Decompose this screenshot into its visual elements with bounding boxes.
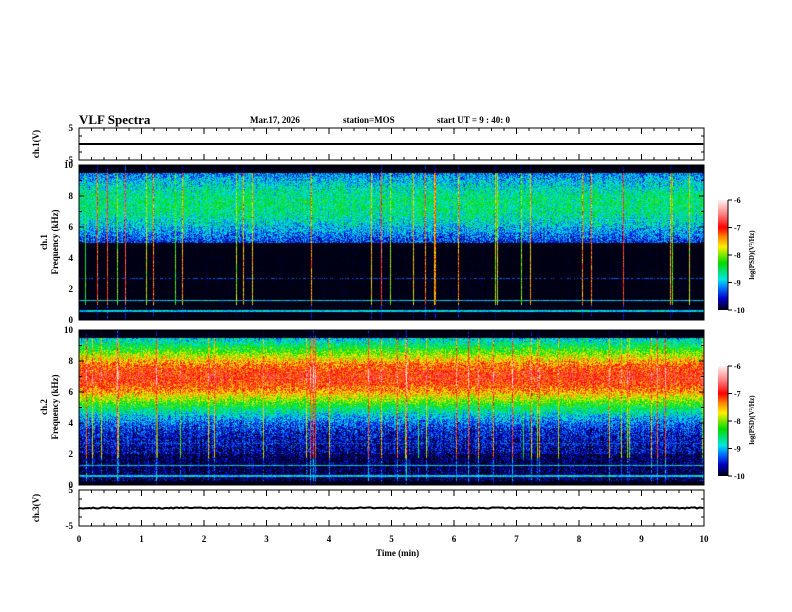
colorbar-tick-label: -6 bbox=[734, 196, 741, 205]
y-tick-label: 0 bbox=[69, 315, 74, 325]
ch1-colorbar-label: log(PSD)(V²/Hz) bbox=[748, 230, 756, 279]
ch2-colorbar-label: log(PSD)(V²/Hz) bbox=[748, 395, 756, 444]
colorbar-tick-label: -10 bbox=[734, 306, 745, 315]
ch2-freq-ylabel: ch.2 Frequency (kHz) bbox=[39, 374, 61, 439]
x-tick-label: 5 bbox=[389, 534, 394, 544]
y-tick-label: 4 bbox=[69, 253, 74, 263]
x-tick-label: 9 bbox=[639, 534, 644, 544]
colorbar-tick-label: -8 bbox=[734, 251, 741, 260]
x-axis-label: Time (min) bbox=[376, 548, 419, 558]
x-tick-label: 10 bbox=[700, 534, 710, 544]
ch3-waveform-trace bbox=[79, 507, 703, 508]
ch2-spectrogram-frame bbox=[79, 330, 704, 485]
colorbar-tick-label: -8 bbox=[734, 417, 741, 426]
y-tick-label: -5 bbox=[66, 521, 74, 531]
colorbar-tick-label: -9 bbox=[734, 279, 741, 288]
x-tick-label: 7 bbox=[514, 534, 519, 544]
y-tick-label: 5 bbox=[69, 123, 74, 133]
x-tick-label: 6 bbox=[452, 534, 457, 544]
x-tick-label: 1 bbox=[139, 534, 144, 544]
colorbar-tick-label: -7 bbox=[734, 390, 741, 399]
y-tick-label: 2 bbox=[69, 284, 74, 294]
y-tick-label: 6 bbox=[69, 222, 74, 232]
ch1-spectrogram-frame bbox=[79, 165, 704, 320]
x-tick-label: 0 bbox=[77, 534, 82, 544]
ch1-freq-ylabel: ch.1 Frequency (kHz) bbox=[39, 209, 61, 274]
ch3-ylabel: ch.3(V) bbox=[31, 494, 41, 522]
y-tick-label: 8 bbox=[69, 356, 74, 366]
colorbar-tick-label: -10 bbox=[734, 472, 745, 481]
y-tick-label: 8 bbox=[69, 191, 74, 201]
y-tick-label: 4 bbox=[69, 418, 74, 428]
y-tick-label: 6 bbox=[69, 387, 74, 397]
y-tick-label: 2 bbox=[69, 449, 74, 459]
colorbar-tick-label: -6 bbox=[734, 362, 741, 371]
y-tick-label: 10 bbox=[64, 325, 74, 335]
ch1-ylabel: ch.1(V) bbox=[31, 130, 41, 158]
x-tick-label: 8 bbox=[577, 534, 582, 544]
y-tick-label: 5 bbox=[69, 485, 74, 495]
colorbar-tick-label: -9 bbox=[734, 445, 741, 454]
axes-layer: 5-5024681002468105-50 1 2 3 4 5 6 7 8 9 10-6-7-8-9… bbox=[0, 0, 792, 612]
x-tick-label: 4 bbox=[327, 534, 332, 544]
colorbar-tick-label: -7 bbox=[734, 224, 741, 233]
vlf-figure: VLF Spectra Mar.17, 2026 station=MOS sta… bbox=[0, 0, 792, 612]
x-tick-label: 2 bbox=[202, 534, 207, 544]
y-tick-label: 10 bbox=[64, 160, 74, 170]
x-tick-label: 3 bbox=[264, 534, 269, 544]
